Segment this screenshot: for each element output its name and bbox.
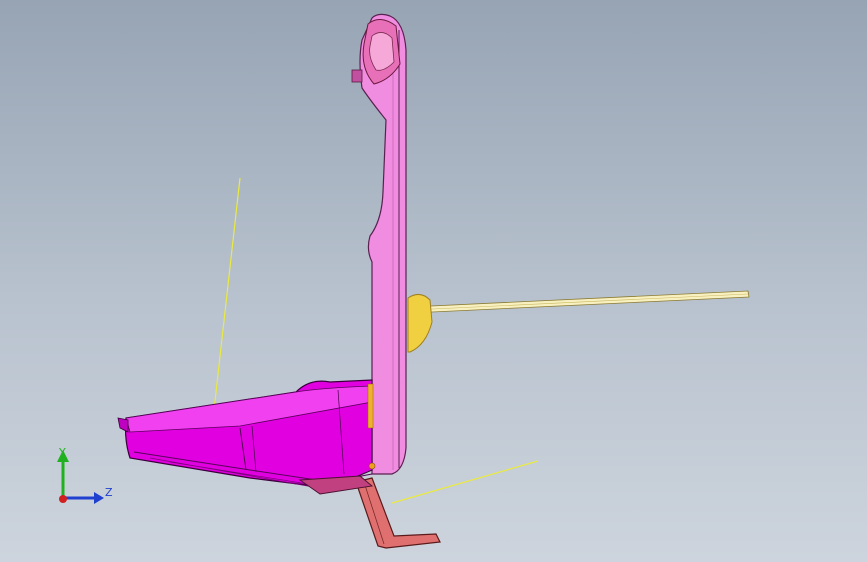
x-axis-dot xyxy=(59,495,67,503)
panel-top-recess xyxy=(369,32,395,71)
body-front-tip xyxy=(117,417,129,433)
pin-knob[interactable] xyxy=(407,294,433,353)
panel-top-tab[interactable] xyxy=(351,69,363,83)
z-axis-arrow xyxy=(94,492,104,504)
z-axis-label: Z xyxy=(105,486,113,499)
orange-detail-dot xyxy=(368,462,376,470)
orange-detail-strip xyxy=(367,383,374,429)
guide-line-lower xyxy=(391,460,539,504)
shaft-pin-highlight xyxy=(411,293,749,311)
3d-viewport[interactable]: Y Z xyxy=(0,0,867,562)
y-axis-label: Y xyxy=(58,446,66,459)
model-scene[interactable] xyxy=(0,0,867,562)
guide-line-vertical xyxy=(213,177,241,411)
axis-triad: Y Z xyxy=(57,446,113,504)
lower-bracket[interactable] xyxy=(355,477,441,549)
